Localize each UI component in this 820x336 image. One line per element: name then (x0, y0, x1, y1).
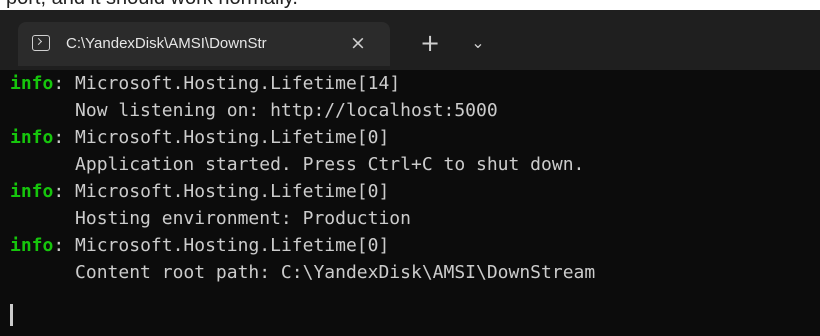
terminal-tab[interactable]: C:\YandexDisk\AMSI\DownStr × (18, 22, 390, 66)
terminal-line: Hosting environment: Production (10, 205, 820, 232)
terminal-line: Application started. Press Ctrl+C to shu… (10, 151, 820, 178)
terminal-line: Now listening on: http://localhost:5000 (10, 97, 820, 124)
text-cursor (10, 304, 13, 326)
title-bar: C:\YandexDisk\AMSI\DownStr × + ⌄ (0, 10, 820, 70)
log-level: info (10, 127, 54, 148)
log-separator: : (53, 127, 76, 148)
chevron-down-icon[interactable]: ⌄ (466, 30, 490, 56)
screenshot-frame: pоrt, and it should work normally. C:\Ya… (0, 0, 820, 336)
log-level: info (10, 235, 54, 256)
log-level: info (10, 181, 54, 202)
terminal-line: info: Microsoft.Hosting.Lifetime[0] (10, 178, 820, 205)
log-text: Microsoft.Hosting.Lifetime[0] (75, 235, 390, 256)
terminal-line: info: Microsoft.Hosting.Lifetime[0] (10, 124, 820, 151)
log-text: Microsoft.Hosting.Lifetime[14] (75, 73, 401, 94)
log-indent (10, 154, 75, 175)
log-text: Microsoft.Hosting.Lifetime[0] (75, 127, 390, 148)
terminal-icon (32, 35, 50, 51)
log-indent (10, 262, 75, 283)
log-level: info (10, 73, 54, 94)
tab-title: C:\YandexDisk\AMSI\DownStr (66, 35, 267, 52)
plus-icon[interactable]: + (416, 28, 444, 58)
terminal-line: info: Microsoft.Hosting.Lifetime[0] (10, 232, 820, 259)
close-icon[interactable]: × (346, 30, 370, 56)
cropped-page-text: pоrt, and it should work normally. (0, 0, 820, 10)
log-separator: : (53, 73, 76, 94)
terminal-output[interactable]: info: Microsoft.Hosting.Lifetime[14] Now… (0, 70, 820, 336)
terminal-window: C:\YandexDisk\AMSI\DownStr × + ⌄ info: M… (0, 10, 820, 336)
log-text: Now listening on: http://localhost:5000 (75, 100, 498, 121)
log-text: Content root path: C:\YandexDisk\AMSI\Do… (75, 262, 596, 283)
log-text: Microsoft.Hosting.Lifetime[0] (75, 181, 390, 202)
terminal-line: Content root path: C:\YandexDisk\AMSI\Do… (10, 259, 820, 286)
terminal-line: info: Microsoft.Hosting.Lifetime[14] (10, 70, 820, 97)
log-indent (10, 100, 75, 121)
log-text: Application started. Press Ctrl+C to shu… (75, 154, 585, 175)
log-indent (10, 208, 75, 229)
log-text: Hosting environment: Production (75, 208, 411, 229)
log-separator: : (53, 181, 76, 202)
log-separator: : (53, 235, 76, 256)
